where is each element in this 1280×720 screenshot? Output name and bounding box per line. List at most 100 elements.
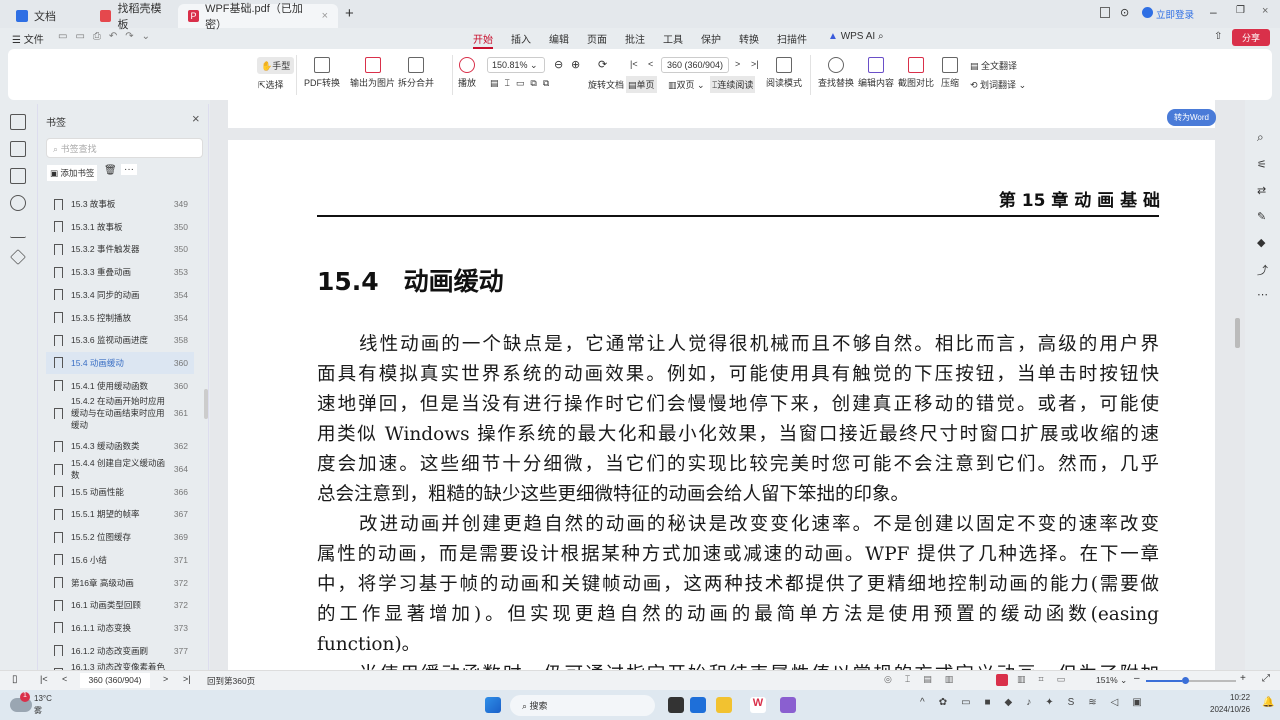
menu-annotate[interactable]: 批注 xyxy=(625,31,645,46)
single-page-button[interactable]: ▤单页 xyxy=(626,76,657,93)
clock-time[interactable]: 10:22 xyxy=(1230,693,1250,702)
bookmark-item[interactable]: 15.3.6 监视动画进度 358 xyxy=(46,329,194,351)
bookmark-item[interactable]: 15.4.3 缓动函数类 362 xyxy=(46,435,194,457)
bookmark-item[interactable]: 15.3.3 重叠动画 353 xyxy=(46,261,194,283)
visual-studio-icon[interactable] xyxy=(780,697,796,713)
login-link[interactable]: 立即登录 xyxy=(1156,7,1194,21)
layers-icon[interactable] xyxy=(10,249,26,265)
first-page-icon[interactable]: |< xyxy=(630,59,638,69)
bookmark-search-input[interactable]: ⌕ 书签查找 xyxy=(46,138,203,158)
double-page-button[interactable]: ▥双页 ⌄ xyxy=(668,78,705,91)
tab-pdf[interactable]: P WPF基础.pdf（已加密） × xyxy=(178,3,338,31)
rotate-doc-button[interactable]: 旋转文档 xyxy=(588,78,624,91)
bell-icon[interactable]: 🔔 xyxy=(1262,697,1274,708)
restore-icon[interactable]: ❐ xyxy=(1236,5,1245,16)
store-icon[interactable] xyxy=(690,697,706,713)
bookmark-item[interactable]: 15.4 动画缓动 360 xyxy=(46,351,194,374)
menu-scan[interactable]: 扫描件 xyxy=(777,31,807,46)
tab-docs[interactable]: 文档 xyxy=(6,4,86,28)
folder-icon[interactable] xyxy=(716,697,732,713)
continuous-read-button[interactable]: ⌶连续阅读 xyxy=(710,76,756,93)
zoom-out-icon[interactable]: ⊖ xyxy=(554,58,563,71)
next-page-icon[interactable]: > xyxy=(735,59,740,69)
convert-to-word-button[interactable]: 转为Word xyxy=(1167,109,1216,126)
pdf-convert-button[interactable]: PDF转换 xyxy=(304,57,340,89)
bookmark-item[interactable]: 15.5.1 期望的帧率 367 xyxy=(46,503,194,525)
bookmark-item[interactable]: 第16章 高级动画 372 xyxy=(46,572,194,594)
bookmark-item[interactable]: 15.4.4 创建自定义缓动函数 364 xyxy=(46,458,194,480)
bookmark-item[interactable]: 15.3.1 故事板 350 xyxy=(46,216,194,238)
share-button[interactable]: 分享 xyxy=(1232,29,1270,46)
clock-date[interactable]: 2024/10/26 xyxy=(1210,705,1250,714)
file-menu[interactable]: ☰ 文件 xyxy=(12,31,44,46)
bookmark-item[interactable]: 15.5.2 位图缓存 369 xyxy=(46,526,194,548)
page-number-input[interactable]: 360 (360/904) xyxy=(661,57,729,73)
system-tray-icons[interactable]: ^✿▭■◆♪✦S≋◁▣ xyxy=(920,697,1156,708)
toggle-sidebar-icon[interactable]: ▯ xyxy=(12,674,18,685)
menu-page[interactable]: 页面 xyxy=(587,31,607,46)
bookmark-item[interactable]: 15.5 动画性能 366 xyxy=(46,481,194,503)
compress-button[interactable]: 压缩 xyxy=(941,57,959,89)
minimize-icon[interactable]: – xyxy=(1210,5,1217,19)
find-replace-button[interactable]: 查找替换 xyxy=(818,57,854,89)
bookmark-item[interactable]: 15.3.5 控制播放 354 xyxy=(46,307,194,329)
edit-content-button[interactable]: 编辑内容 xyxy=(858,57,894,89)
attachment-icon[interactable] xyxy=(10,195,26,211)
close-panel-icon[interactable]: × xyxy=(192,111,200,126)
menu-insert[interactable]: 插入 xyxy=(511,31,531,46)
zoom-in-icon[interactable]: ⊕ xyxy=(571,58,580,71)
share-icon[interactable]: ⤴ xyxy=(1257,262,1268,278)
zoom-slider[interactable] xyxy=(1146,677,1236,684)
word-translate-button[interactable]: ⟲ 划词翻译 ⌄ xyxy=(970,78,1026,91)
bookmark-item[interactable]: 15.3 故事板 349 xyxy=(46,193,194,215)
bookmark-item[interactable]: 16.1.2 动态改变画刷 377 xyxy=(46,640,194,662)
wps-ai-menu[interactable]: ▲ WPS AI xyxy=(828,31,875,42)
full-translate-button[interactable]: ▤ 全文翻译 xyxy=(970,59,1017,72)
more-icon[interactable]: ⋯ xyxy=(1257,288,1268,301)
wps-icon[interactable]: W xyxy=(750,697,766,713)
bookmark-item[interactable]: 15.4.1 使用缓动函数 360 xyxy=(46,375,194,397)
play-icon[interactable] xyxy=(996,674,1008,686)
status-page-input[interactable]: 360 (360/904) xyxy=(80,673,150,688)
fullscreen-icon[interactable]: ⤢ xyxy=(1262,673,1270,684)
export-image-button[interactable]: 输出为图片 xyxy=(350,57,395,89)
signature-icon[interactable] xyxy=(10,222,26,238)
prev-page-icon[interactable]: < xyxy=(648,59,653,69)
rotate-icon[interactable]: ⟳ xyxy=(598,58,607,71)
zoom-select[interactable]: 151% ⌄ xyxy=(1096,675,1127,686)
zoom-out-icon[interactable]: – xyxy=(1134,673,1140,684)
bookmark-icon[interactable] xyxy=(10,114,26,130)
prev-page-icon[interactable]: < xyxy=(62,674,67,684)
bookmark-item[interactable]: 15.4.2 在动画开始时应用缓动与在动画结束时应用缓动 361 xyxy=(46,396,194,430)
fit-icons[interactable]: ▥⌗▭ xyxy=(1017,674,1078,685)
read-mode-button[interactable]: 阅读模式 xyxy=(766,57,802,89)
start-icon[interactable] xyxy=(485,697,501,713)
zoom-in-icon[interactable]: + xyxy=(1240,673,1246,684)
last-page-icon[interactable]: >| xyxy=(751,59,759,69)
split-merge-button[interactable]: 拆分合并 xyxy=(398,57,434,89)
delete-icon[interactable]: 🗑 xyxy=(104,165,117,176)
menu-start[interactable]: 开始 xyxy=(473,31,493,49)
bookmark-item[interactable]: 16.1.1 动态变换 373 xyxy=(46,617,194,639)
adjust-icon[interactable]: ⚟ xyxy=(1257,158,1267,171)
app-icon[interactable] xyxy=(668,697,684,713)
close-icon[interactable]: × xyxy=(322,10,328,22)
taskbar-search[interactable]: ⌕ 搜索 xyxy=(510,695,655,716)
close-window-icon[interactable]: × xyxy=(1262,5,1268,17)
settings-icon[interactable]: ⊙ xyxy=(1120,6,1129,19)
edit-icon[interactable]: ✎ xyxy=(1257,210,1266,223)
zoom-select[interactable]: 150.81% ⌄ xyxy=(487,57,545,73)
first-page-icon[interactable]: |< xyxy=(40,674,48,684)
menu-convert[interactable]: 转换 xyxy=(739,31,759,46)
comment-icon[interactable] xyxy=(10,168,26,184)
search-icon[interactable]: ⌕ xyxy=(1257,130,1264,145)
more-icon[interactable]: ··· xyxy=(121,164,137,175)
add-bookmark-button[interactable]: ▣ 添加书签 xyxy=(47,165,98,181)
play-button[interactable]: 播放 xyxy=(458,57,476,89)
window-icon[interactable] xyxy=(1100,7,1110,18)
menu-protect[interactable]: 保护 xyxy=(701,31,721,46)
select-tool-button[interactable]: ⇱选择 xyxy=(258,78,284,91)
new-tab-icon[interactable]: + xyxy=(345,5,354,22)
bookmark-item[interactable]: 15.3.2 事件触发器 350 xyxy=(46,238,194,260)
thumbnail-icon[interactable] xyxy=(10,141,26,157)
